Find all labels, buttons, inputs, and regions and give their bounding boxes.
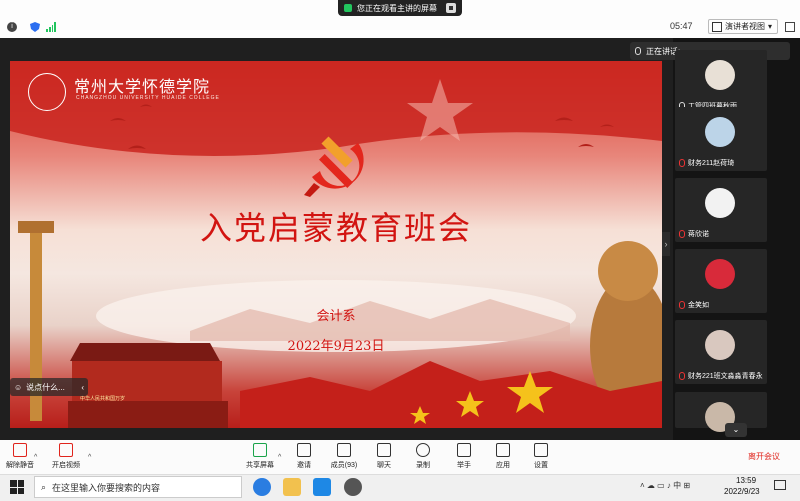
participant-name: 财务221班文淼淼青春永在跃 bbox=[688, 372, 763, 380]
reaction-bar[interactable]: ☺ 说点什么... ‹ bbox=[10, 378, 88, 396]
share-notice-text: 您正在观看主讲的屏幕 bbox=[357, 3, 437, 13]
slide-date: 2022年9月23日 bbox=[287, 339, 385, 354]
participant-name: 财务211赵荷琦 bbox=[688, 159, 735, 167]
chevron-left-icon[interactable]: ‹ bbox=[81, 383, 84, 392]
slide-title: 入党启蒙教育班会 bbox=[199, 209, 472, 247]
mic-muted-button[interactable]: 解除静音 bbox=[2, 443, 38, 470]
search-icon: ⌕ bbox=[41, 481, 47, 492]
toolbar-label: 开启视频 bbox=[52, 462, 80, 469]
file-explorer-icon[interactable] bbox=[283, 478, 301, 496]
stop-watching-icon[interactable] bbox=[446, 3, 456, 13]
share-indicator: 您正在观看主讲的屏幕 bbox=[338, 0, 462, 16]
video-off-button[interactable]: 开启视频 bbox=[48, 443, 84, 470]
windows-start-icon[interactable] bbox=[10, 480, 24, 494]
reaction-input-placeholder: 说点什么... bbox=[26, 382, 65, 392]
mic-muted-icon bbox=[679, 229, 685, 238]
participant-tile[interactable]: 财务211赵荷琦 bbox=[675, 107, 767, 171]
toolbar-label: 应用 bbox=[496, 462, 510, 469]
chat-icon bbox=[377, 443, 391, 457]
audio-options-caret-icon[interactable]: ^ bbox=[34, 454, 37, 461]
participant-name-row: 金笑如 bbox=[679, 299, 763, 310]
participant-tile[interactable]: 工管四班暮秋雨 bbox=[675, 50, 767, 114]
toolbar-label: 录制 bbox=[416, 462, 430, 469]
clock-date[interactable]: 2022/9/23 bbox=[724, 487, 760, 496]
apps-icon bbox=[496, 443, 510, 457]
participant-name-row: 蒋欣诺 bbox=[679, 228, 763, 239]
leave-meeting-button[interactable]: 离开会议 bbox=[748, 451, 780, 462]
app-icon[interactable] bbox=[344, 478, 362, 496]
share-screen-button[interactable]: 共享屏幕 bbox=[242, 443, 278, 470]
mic-muted-icon bbox=[679, 158, 685, 167]
chat-button[interactable]: 聊天 bbox=[366, 443, 402, 470]
participant-name-row: 财务221班文淼淼青春永在跃 bbox=[679, 370, 763, 381]
mic-muted-icon bbox=[679, 371, 685, 380]
tencent-meeting-icon[interactable] bbox=[313, 478, 331, 496]
raise-hand-icon bbox=[457, 443, 471, 457]
share-options-caret-icon[interactable]: ^ bbox=[278, 454, 281, 461]
toolbar-label: 解除静音 bbox=[6, 462, 34, 469]
participant-tile[interactable]: 蒋欣诺 bbox=[675, 178, 767, 242]
invite-icon bbox=[297, 443, 311, 457]
fullscreen-icon[interactable] bbox=[785, 22, 795, 32]
toolbar-label: 设置 bbox=[534, 462, 548, 469]
slide-department: 会计系 bbox=[316, 309, 356, 324]
university-name-en: CHANGZHOU UNIVERSITY HUAIDE COLLEGE bbox=[76, 95, 220, 101]
view-mode-button[interactable]: 演讲者视图 ▾ bbox=[708, 19, 778, 34]
members-icon bbox=[337, 443, 351, 457]
toolbar-label: 聊天 bbox=[377, 462, 391, 469]
meeting-info-icon[interactable]: i bbox=[7, 22, 17, 32]
clock-time[interactable]: 13:59 bbox=[736, 476, 756, 485]
toolbar-label: 成员(93) bbox=[330, 462, 358, 469]
toolbar-label: 举手 bbox=[457, 462, 471, 469]
share-screen-icon bbox=[253, 443, 267, 457]
mic-muted-icon bbox=[13, 443, 27, 457]
notification-icon[interactable] bbox=[774, 480, 786, 490]
search-placeholder: 在这里输入你要搜索的内容 bbox=[52, 482, 161, 493]
input-language[interactable]: 中 bbox=[673, 481, 681, 490]
video-off-icon bbox=[59, 443, 73, 457]
hammer-sickle-icon bbox=[304, 136, 364, 197]
participant-name: 蒋欣诺 bbox=[688, 230, 709, 238]
chevron-down-icon: ▾ bbox=[768, 22, 773, 31]
participant-tile[interactable] bbox=[675, 392, 767, 432]
record-button[interactable]: 录制 bbox=[405, 443, 441, 470]
toolbar-label: 邀请 bbox=[297, 462, 311, 469]
invite-button[interactable]: 邀请 bbox=[286, 443, 322, 470]
emoji-icon[interactable]: ☺ bbox=[14, 383, 22, 392]
participant-avatar bbox=[705, 259, 735, 289]
taskbar-search-box[interactable]: ⌕ 在这里输入你要搜索的内容 bbox=[34, 476, 242, 498]
raise-hand-button[interactable]: 举手 bbox=[446, 443, 482, 470]
mic-muted-icon bbox=[679, 300, 685, 309]
participant-tile[interactable]: 金笑如 bbox=[675, 249, 767, 313]
settings-icon bbox=[534, 443, 548, 457]
network-signal-icon[interactable] bbox=[46, 22, 56, 32]
apps-button[interactable]: 应用 bbox=[485, 443, 521, 470]
participant-tile[interactable]: 财务221班文淼淼青春永在跃 bbox=[675, 320, 767, 384]
participant-avatar bbox=[705, 117, 735, 147]
participant-name-row: 财务211赵荷琦 bbox=[679, 157, 763, 168]
participant-avatar bbox=[705, 330, 735, 360]
video-options-caret-icon[interactable]: ^ bbox=[88, 454, 91, 461]
view-mode-label: 演讲者视图 bbox=[725, 22, 765, 31]
meeting-timer: 05:47 bbox=[670, 21, 693, 31]
edge-browser-icon[interactable] bbox=[253, 478, 271, 496]
collapse-panel-handle[interactable]: › bbox=[662, 232, 670, 256]
university-name: 常州大学怀德学院 bbox=[74, 77, 211, 96]
settings-button[interactable]: 设置 bbox=[523, 443, 559, 470]
participant-avatar bbox=[705, 188, 735, 218]
speaker-mic-icon bbox=[635, 47, 641, 55]
university-emblem-icon bbox=[28, 73, 66, 111]
system-tray[interactable]: ˄ ☁ ▭ ♪ 中 ⊞ bbox=[640, 480, 690, 491]
record-icon bbox=[416, 443, 430, 457]
toolbar-label: 共享屏幕 bbox=[246, 462, 274, 469]
grid-view-icon bbox=[712, 21, 722, 32]
participant-name: 金笑如 bbox=[688, 301, 709, 309]
gate-banner-text: 中华人民共和国万岁 bbox=[80, 396, 126, 402]
members-button[interactable]: 成员(93) bbox=[326, 443, 362, 470]
participant-avatar bbox=[705, 60, 735, 90]
screen-share-icon bbox=[344, 4, 352, 12]
shared-screen-slide: 常州大学怀德学院 CHANGZHOU UNIVERSITY HUAIDE COL… bbox=[10, 61, 662, 428]
scroll-down-button[interactable]: ⌄ bbox=[725, 423, 747, 437]
